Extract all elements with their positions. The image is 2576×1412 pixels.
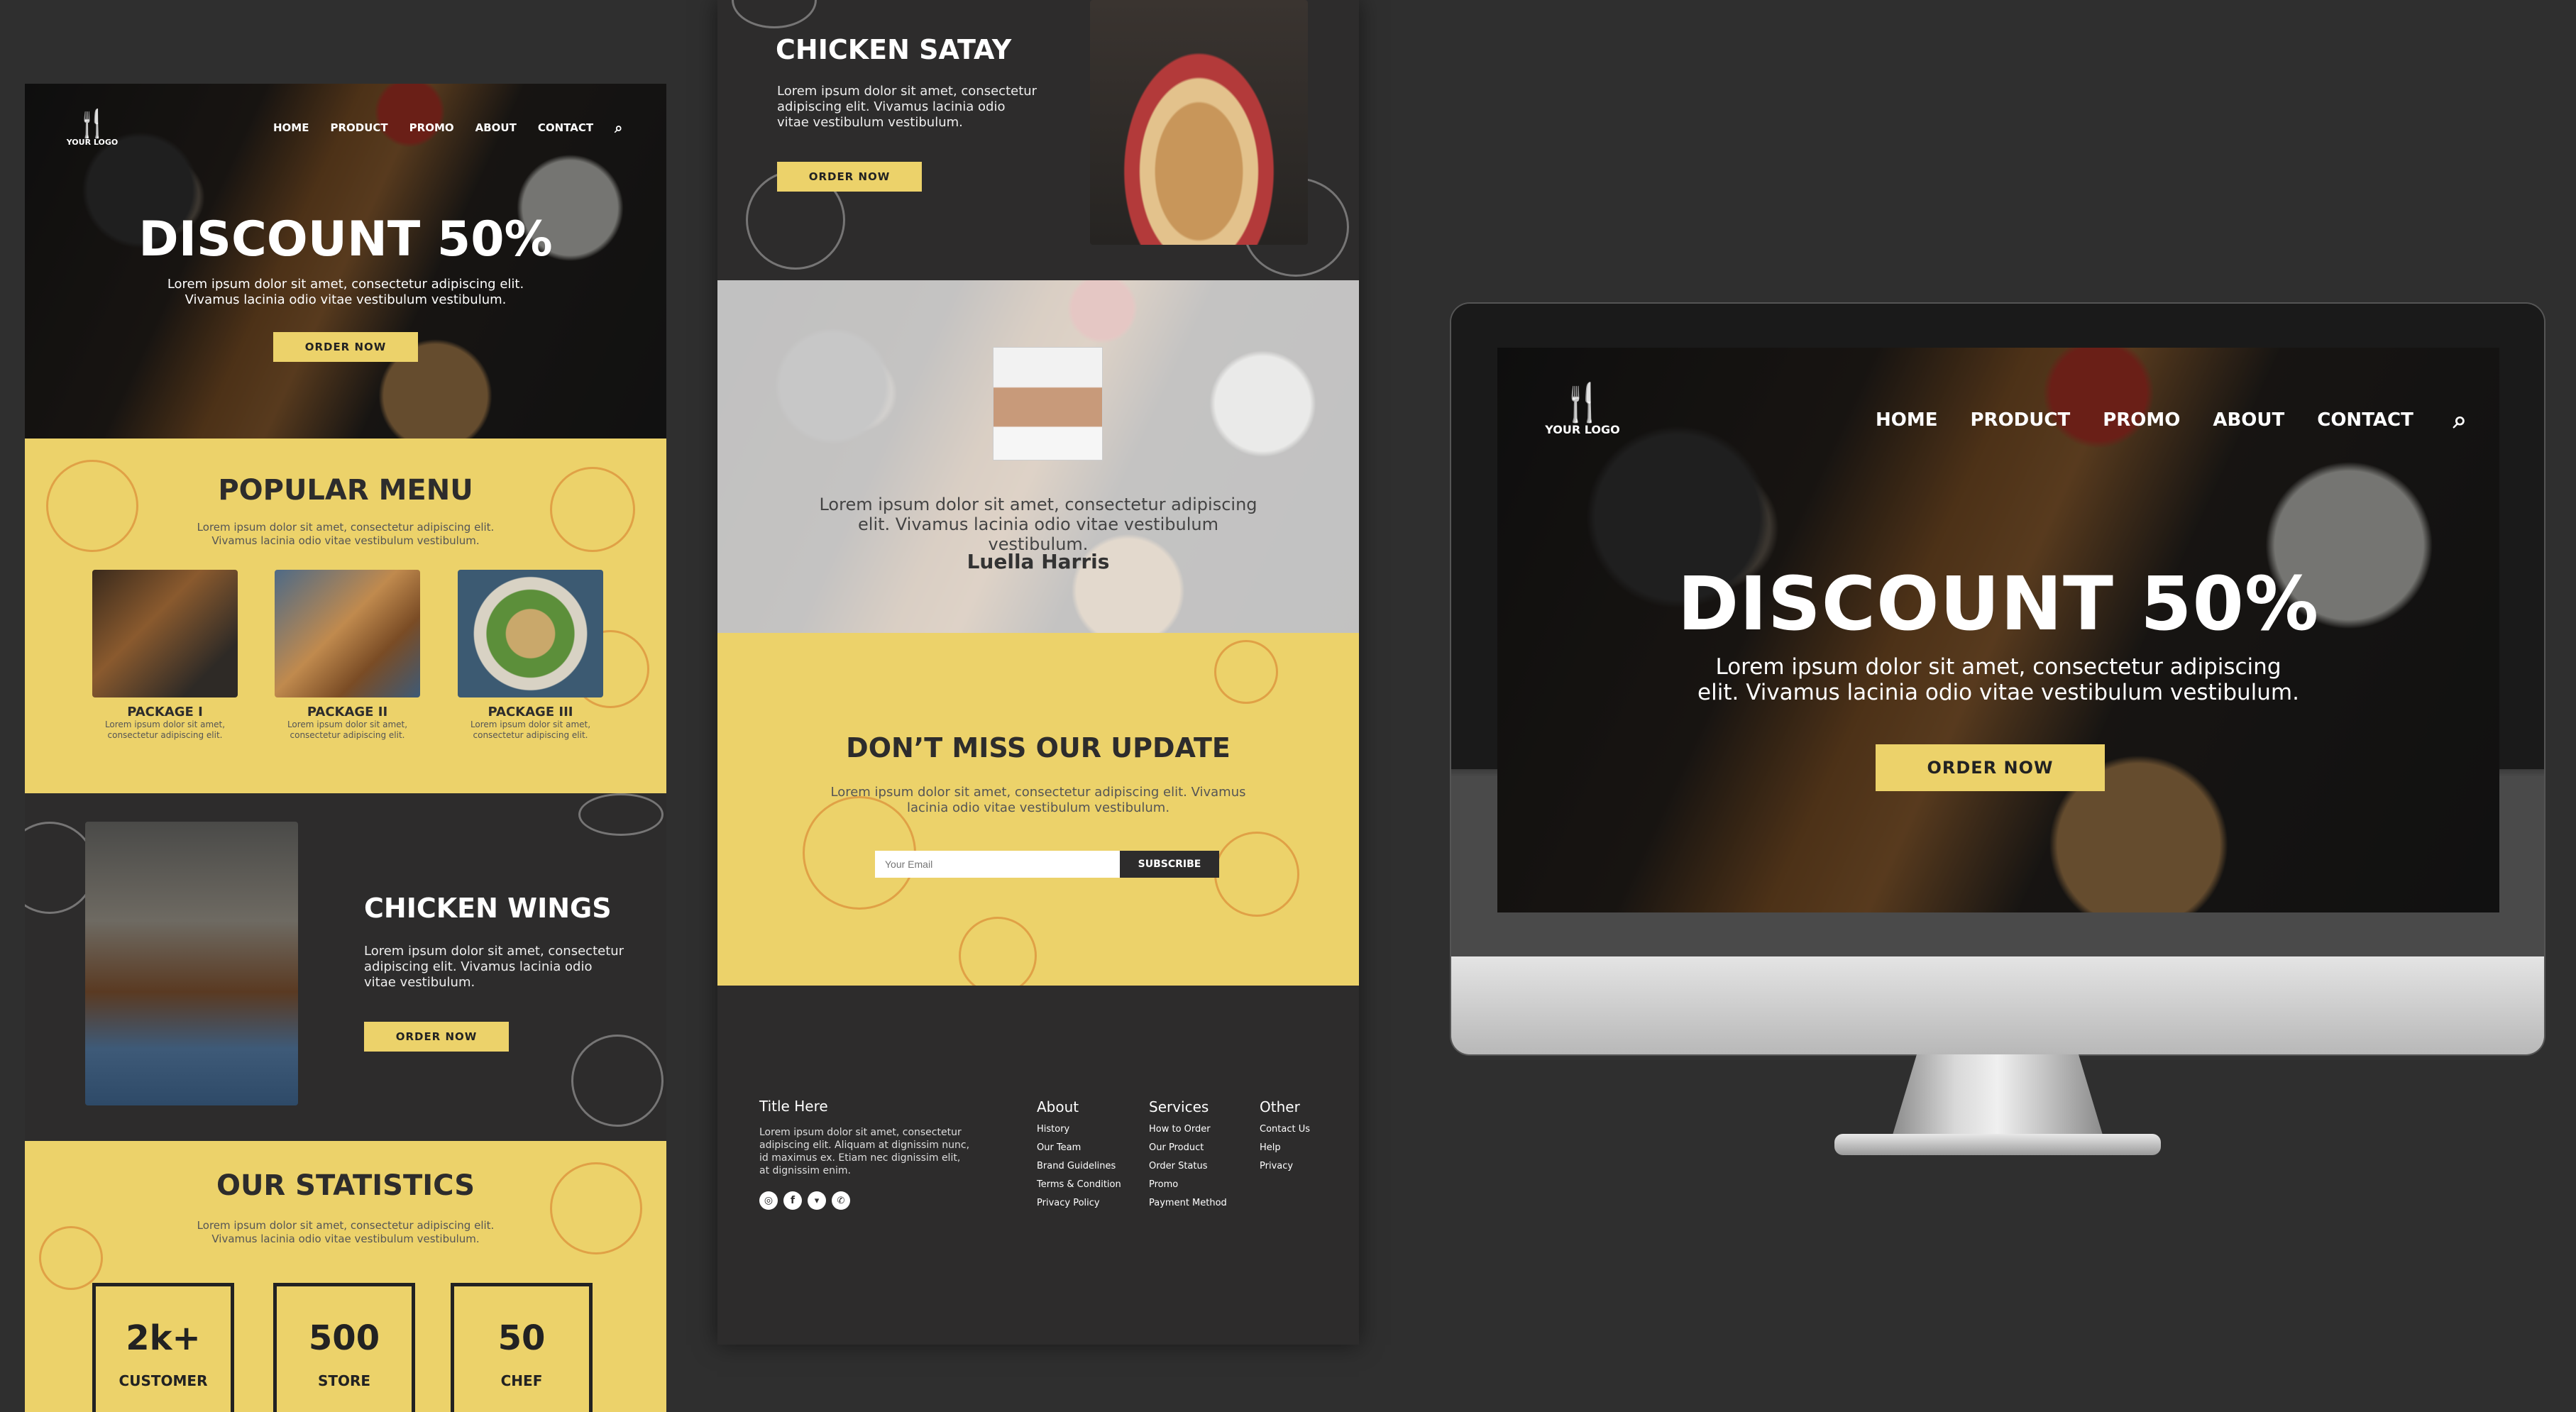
package-image	[92, 570, 238, 697]
monitor-screen: 🍴 YOUR LOGO HOME PRODUCT PROMO ABOUT CON…	[1497, 348, 2499, 912]
footer-link[interactable]: Promo	[1149, 1176, 1227, 1194]
footer-link[interactable]: Terms & Condition	[1037, 1176, 1121, 1194]
footer-link[interactable]: Payment Method	[1149, 1194, 1227, 1213]
package-image	[275, 570, 420, 697]
chicken-satay-image	[1090, 0, 1308, 245]
fork-spoon-icon: 🍴	[1559, 382, 1606, 424]
newsletter-title: DON’T MISS OUR UPDATE	[846, 732, 1231, 763]
footer-link[interactable]: Order Status	[1149, 1157, 1227, 1176]
chicken-satay-order-button[interactable]: ORDER NOW	[777, 162, 922, 192]
chicken-wings-image	[85, 822, 298, 1105]
chicken-satay-section: CHICKEN SATAY Lorem ipsum dolor sit amet…	[717, 0, 1359, 280]
left-hero: 🍴 YOUR LOGO HOME PRODUCT PROMO ABOUT CON…	[25, 84, 666, 439]
monitor-stand	[1891, 1054, 2104, 1140]
popular-menu-text: Lorem ipsum dolor sit amet, consectetur …	[197, 521, 495, 547]
chicken-wings-text: Lorem ipsum dolor sit amet, consectetur …	[364, 944, 624, 990]
monitor-logo[interactable]: 🍴 YOUR LOGO	[1540, 383, 1625, 436]
statistics-section: OUR STATISTICS Lorem ipsum dolor sit ame…	[25, 1141, 666, 1412]
nav-about[interactable]: ABOUT	[2213, 409, 2284, 431]
search-icon[interactable]: ⌕	[2453, 406, 2467, 434]
footer-link[interactable]: Privacy Policy	[1037, 1194, 1121, 1213]
footer-column-services: Services How to Order Our Product Order …	[1149, 1098, 1227, 1213]
left-logo[interactable]: 🍴 YOUR LOGO	[60, 109, 124, 147]
package-card[interactable]: PACKAGE III Lorem ipsum dolor sit amet, …	[458, 570, 603, 741]
footer-link[interactable]: How to Order	[1149, 1120, 1227, 1139]
facebook-icon[interactable]: f	[783, 1191, 802, 1210]
package-card[interactable]: PACKAGE I Lorem ipsum dolor sit amet, co…	[92, 570, 238, 741]
footer-link[interactable]: Our Product	[1149, 1139, 1227, 1157]
monitor-mockup: 🍴 YOUR LOGO HOME PRODUCT PROMO ABOUT CON…	[1451, 304, 2544, 1184]
nav-contact[interactable]: CONTACT	[2317, 409, 2413, 431]
stat-box-customer: 2k+ CUSTOMER	[92, 1283, 234, 1412]
stat-box-store: 500 STORE	[273, 1283, 415, 1412]
stat-box-chef: 50 CHEF	[451, 1283, 593, 1412]
left-hero-order-button[interactable]: ORDER NOW	[273, 332, 418, 362]
nav-promo[interactable]: PROMO	[409, 121, 454, 134]
footer-link[interactable]: Brand Guidelines	[1037, 1157, 1121, 1176]
chicken-wings-order-button[interactable]: ORDER NOW	[364, 1022, 509, 1052]
testimonial-section: Lorem ipsum dolor sit amet, consectetur …	[717, 280, 1359, 633]
footer-link[interactable]: Privacy	[1260, 1157, 1310, 1176]
popular-menu-section: POPULAR MENU Lorem ipsum dolor sit amet,…	[25, 439, 666, 793]
footer-text: Lorem ipsum dolor sit amet, consectetur …	[759, 1127, 970, 1176]
nav-promo[interactable]: PROMO	[2103, 409, 2180, 431]
chicken-satay-text: Lorem ipsum dolor sit amet, consectetur …	[777, 84, 1037, 130]
nav-about[interactable]: ABOUT	[475, 121, 517, 134]
monitor-chin	[1451, 956, 2544, 1054]
testimonial-name: Luella Harris	[967, 550, 1110, 573]
fork-spoon-icon: 🍴	[75, 108, 109, 139]
footer-link[interactable]: Help	[1260, 1139, 1310, 1157]
twitter-icon[interactable]: ▾	[808, 1191, 826, 1210]
statistics-text: Lorem ipsum dolor sit amet, consectetur …	[197, 1219, 495, 1245]
footer-column-other: Other Contact Us Help Privacy	[1260, 1098, 1310, 1176]
chicken-satay-title: CHICKEN SATAY	[776, 34, 1012, 65]
nav-home[interactable]: HOME	[273, 121, 309, 134]
popular-menu-title: POPULAR MENU	[218, 474, 473, 507]
footer-title: Title Here	[759, 1098, 828, 1115]
search-icon[interactable]: ⌕	[615, 119, 622, 136]
instagram-icon[interactable]: ◎	[759, 1191, 778, 1210]
monitor-hero-text-line2: elit. Vivamus lacinia odio vitae vestibu…	[1697, 680, 2299, 705]
footer-link[interactable]: Contact Us	[1260, 1120, 1310, 1139]
footer-link[interactable]: Our Team	[1037, 1139, 1121, 1157]
newsletter-text: Lorem ipsum dolor sit amet, consectetur …	[830, 785, 1246, 815]
monitor-hero-text-line1: Lorem ipsum dolor sit amet, consectetur …	[1715, 654, 2281, 680]
nav-product[interactable]: PRODUCT	[330, 121, 387, 134]
nav-product[interactable]: PRODUCT	[1971, 409, 2071, 431]
nav-contact[interactable]: CONTACT	[538, 121, 593, 134]
email-field[interactable]	[875, 851, 1120, 878]
chicken-wings-section: CHICKEN WINGS Lorem ipsum dolor sit amet…	[25, 793, 666, 1141]
footer-link[interactable]: History	[1037, 1120, 1121, 1139]
monitor-order-button[interactable]: ORDER NOW	[1876, 744, 2105, 791]
whatsapp-icon[interactable]: ✆	[832, 1191, 850, 1210]
footer-column-about: About History Our Team Brand Guidelines …	[1037, 1098, 1121, 1213]
monitor-base	[1834, 1134, 2161, 1155]
package-card[interactable]: PACKAGE II Lorem ipsum dolor sit amet, c…	[275, 570, 420, 741]
chicken-wings-title: CHICKEN WINGS	[364, 893, 612, 924]
social-icons: ◎ f ▾ ✆	[759, 1191, 850, 1210]
subscribe-button[interactable]: SUBSCRIBE	[1120, 851, 1219, 878]
left-nav: HOME PRODUCT PROMO ABOUT CONTACT ⌕	[273, 119, 656, 136]
left-hero-text: Lorem ipsum dolor sit amet, consectetur …	[167, 277, 524, 307]
package-image	[458, 570, 603, 697]
statistics-title: OUR STATISTICS	[216, 1169, 475, 1202]
middle-webpage-panel: CHICKEN SATAY Lorem ipsum dolor sit amet…	[717, 0, 1359, 1345]
monitor-hero-title: DISCOUNT 50%	[1677, 561, 2320, 647]
left-hero-title: DISCOUNT 50%	[138, 211, 553, 267]
left-webpage-panel: 🍴 YOUR LOGO HOME PRODUCT PROMO ABOUT CON…	[25, 84, 666, 1412]
chef-avatar	[993, 347, 1103, 460]
testimonial-quote: Lorem ipsum dolor sit amet, consectetur …	[819, 495, 1257, 554]
nav-home[interactable]: HOME	[1876, 409, 1938, 431]
monitor-nav: HOME PRODUCT PROMO ABOUT CONTACT ⌕	[1876, 406, 2486, 434]
footer: Title Here Lorem ipsum dolor sit amet, c…	[717, 986, 1359, 1345]
newsletter-section: DON’T MISS OUR UPDATE Lorem ipsum dolor …	[717, 633, 1359, 995]
